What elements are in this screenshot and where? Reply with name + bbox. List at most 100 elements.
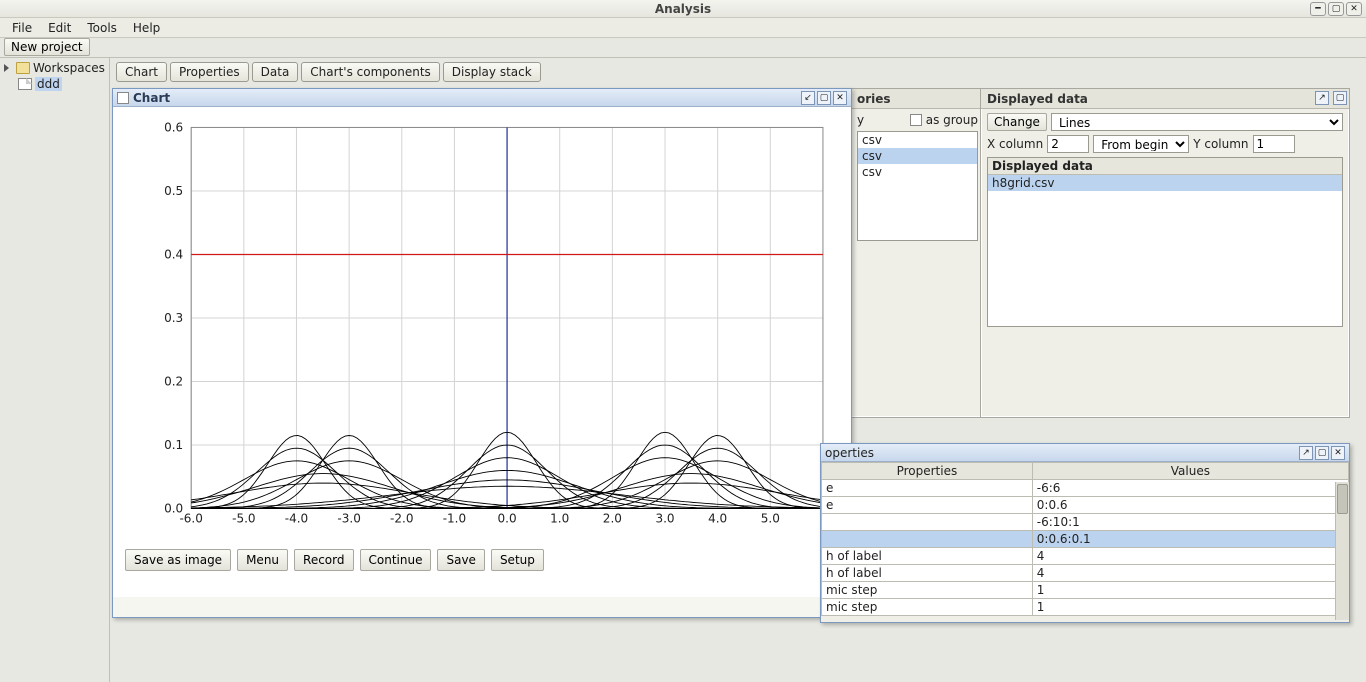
menu-edit[interactable]: Edit	[40, 19, 79, 37]
prop-value-cell[interactable]: 1	[1032, 599, 1348, 616]
menu-file[interactable]: File	[4, 19, 40, 37]
record-button[interactable]: Record	[294, 549, 353, 571]
dir-list-item[interactable]: csv	[858, 132, 977, 148]
svg-text:0.0: 0.0	[498, 512, 517, 526]
prop-value-cell[interactable]: 0:0.6	[1032, 497, 1348, 514]
document-icon	[117, 92, 129, 104]
properties-panel: operties ↗ ▢ ✕ Properties Values e-6:6e0…	[820, 443, 1350, 623]
values-col-header: Values	[1032, 463, 1348, 480]
folder-icon	[16, 62, 30, 74]
svg-text:0.1: 0.1	[164, 438, 183, 452]
properties-table: Properties Values e-6:6e0:0.6-6:10:10:0.…	[821, 462, 1349, 616]
props-col-header: Properties	[822, 463, 1033, 480]
tab-strip: Chart Properties Data Chart's components…	[116, 62, 1360, 82]
prop-name-cell[interactable]	[822, 531, 1033, 548]
prop-name-cell[interactable]: mic step	[822, 582, 1033, 599]
properties-title-suffix: operties	[825, 446, 1297, 460]
save-button[interactable]: Save	[437, 549, 484, 571]
expand-icon	[4, 64, 9, 72]
prop-value-cell[interactable]: -6:10:1	[1032, 514, 1348, 531]
tree-child-item[interactable]: ddd	[2, 76, 107, 92]
work-area: Chart Properties Data Chart's components…	[110, 58, 1366, 682]
tree-root-item[interactable]: Workspaces	[2, 60, 107, 76]
svg-text:-4.0: -4.0	[285, 512, 308, 526]
file-icon	[18, 78, 32, 90]
menu-tools[interactable]: Tools	[79, 19, 125, 37]
maximize-button[interactable]: ▢	[1328, 2, 1344, 16]
tab-data[interactable]: Data	[252, 62, 299, 82]
svg-text:2.0: 2.0	[603, 512, 622, 526]
svg-text:-1.0: -1.0	[443, 512, 466, 526]
panel-max-icon[interactable]: ▢	[1333, 91, 1347, 105]
tab-display-stack[interactable]: Display stack	[443, 62, 541, 82]
svg-text:0.5: 0.5	[164, 184, 183, 198]
prop-name-cell[interactable]: e	[822, 497, 1033, 514]
dir-item[interactable]: y	[857, 113, 906, 127]
xcol-input[interactable]	[1047, 135, 1089, 153]
properties-scrollbar[interactable]	[1335, 482, 1349, 620]
prop-name-cell[interactable]: h of label	[822, 565, 1033, 582]
tab-chart[interactable]: Chart	[116, 62, 167, 82]
as-group-label: as group	[926, 113, 978, 127]
tab-components[interactable]: Chart's components	[301, 62, 439, 82]
menu-help[interactable]: Help	[125, 19, 168, 37]
ycol-input[interactable]	[1253, 135, 1295, 153]
displayed-data-panel: ↗ ▢ Displayed data Change Lines X column…	[980, 88, 1350, 418]
minimize-button[interactable]: ━	[1310, 2, 1326, 16]
close-button[interactable]: ✕	[1346, 2, 1362, 16]
dir-list-item[interactable]: csv	[858, 148, 977, 164]
window-title: Analysis	[655, 2, 711, 16]
svg-text:0.6: 0.6	[164, 120, 183, 134]
tab-properties[interactable]: Properties	[170, 62, 249, 82]
setup-button[interactable]: Setup	[491, 549, 544, 571]
props-max-icon[interactable]: ▢	[1315, 446, 1329, 460]
directories-panel: ories y as group csv csv csv	[850, 88, 985, 418]
chart-frame-titlebar[interactable]: Chart ↙ ▢ ✕	[113, 89, 851, 107]
svg-text:0.4: 0.4	[164, 247, 183, 261]
prop-name-cell[interactable]: mic step	[822, 599, 1033, 616]
prop-name-cell[interactable]: e	[822, 480, 1033, 497]
tree-child-label: ddd	[35, 77, 62, 91]
chart-frame-title: Chart	[133, 91, 799, 105]
prop-value-cell[interactable]: 4	[1032, 565, 1348, 582]
panel-detach-icon[interactable]: ↗	[1315, 91, 1329, 105]
workspace-tree: Workspaces ddd	[0, 58, 110, 682]
displayed-title: Displayed data	[987, 92, 1088, 106]
tree-root-label: Workspaces	[33, 61, 105, 75]
chart-type-select[interactable]: Lines	[1051, 113, 1343, 131]
frame-min-icon[interactable]: ↙	[801, 91, 815, 105]
svg-text:5.0: 5.0	[761, 512, 780, 526]
props-close-icon[interactable]: ✕	[1331, 446, 1345, 460]
frame-close-icon[interactable]: ✕	[833, 91, 847, 105]
dir-list-item[interactable]: csv	[858, 164, 977, 180]
change-button[interactable]: Change	[987, 113, 1047, 131]
prop-name-cell[interactable]	[822, 514, 1033, 531]
prop-value-cell[interactable]: 1	[1032, 582, 1348, 599]
svg-text:4.0: 4.0	[708, 512, 727, 526]
chart-internal-frame: Chart ↙ ▢ ✕ -6.0-5.0-4.0-3.0-2.0-1.00.01…	[112, 88, 852, 618]
xcol-label: X column	[987, 137, 1043, 151]
svg-text:0.3: 0.3	[164, 311, 183, 325]
save-as-image-button[interactable]: Save as image	[125, 549, 231, 571]
menu-bar: File Edit Tools Help	[0, 18, 1366, 38]
app-icon	[6, 2, 20, 16]
menu-button[interactable]: Menu	[237, 549, 288, 571]
svg-text:0.2: 0.2	[164, 374, 183, 388]
svg-text:-3.0: -3.0	[337, 512, 360, 526]
svg-text:-5.0: -5.0	[232, 512, 255, 526]
prop-name-cell[interactable]: h of label	[822, 548, 1033, 565]
prop-value-cell[interactable]: 4	[1032, 548, 1348, 565]
prop-value-cell[interactable]: -6:6	[1032, 480, 1348, 497]
from-select[interactable]: From begin	[1093, 135, 1189, 153]
displayed-list-header: Displayed data	[988, 158, 1342, 175]
svg-text:3.0: 3.0	[655, 512, 674, 526]
directories-title-suffix: ories	[857, 92, 891, 106]
prop-value-cell[interactable]: 0:0.6:0.1	[1032, 531, 1348, 548]
displayed-list-item[interactable]: h8grid.csv	[988, 175, 1342, 191]
new-project-button[interactable]: New project	[4, 38, 90, 56]
continue-button[interactable]: Continue	[360, 549, 432, 571]
props-detach-icon[interactable]: ↗	[1299, 446, 1313, 460]
as-group-checkbox[interactable]	[910, 114, 922, 126]
window-title-bar: Analysis ━ ▢ ✕	[0, 0, 1366, 18]
frame-max-icon[interactable]: ▢	[817, 91, 831, 105]
